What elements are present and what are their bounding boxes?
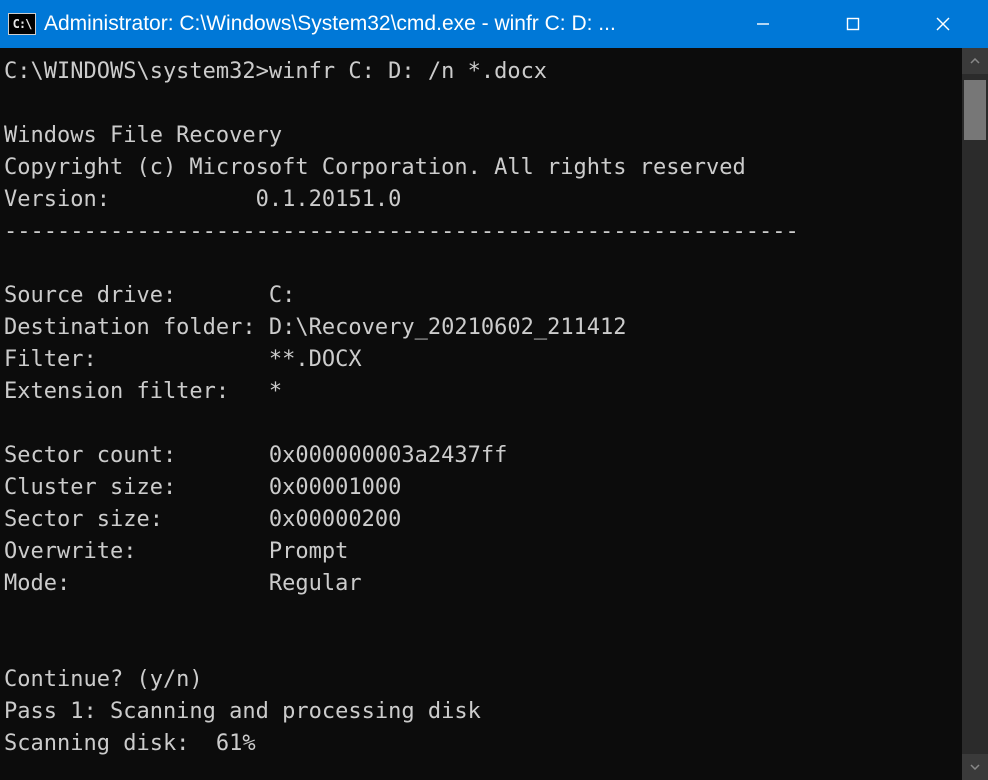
client-area: C:\WINDOWS\system32>winfr C: D: /n *.doc… [0, 48, 988, 780]
mode-label: Mode: [4, 571, 70, 596]
sector-count-label: Sector count: [4, 443, 176, 468]
vertical-scrollbar[interactable] [962, 48, 988, 780]
source-drive-label: Source drive: [4, 283, 176, 308]
scroll-thumb[interactable] [964, 80, 986, 140]
app-icon: C:\ [8, 13, 36, 35]
titlebar[interactable]: C:\ Administrator: C:\Windows\System32\c… [0, 0, 988, 48]
sector-size-label: Sector size: [4, 507, 163, 532]
scroll-track[interactable] [962, 74, 988, 754]
scroll-up-arrow[interactable] [962, 48, 988, 74]
command-text: winfr C: D: /n *.docx [269, 59, 547, 84]
version-label: Version: [4, 187, 110, 212]
chevron-down-icon [970, 764, 980, 770]
header-app: Windows File Recovery [4, 123, 282, 148]
version-value: 0.1.20151.0 [256, 187, 402, 212]
console-output[interactable]: C:\WINDOWS\system32>winfr C: D: /n *.doc… [0, 48, 962, 780]
sector-size-value: 0x00000200 [269, 507, 401, 532]
chevron-up-icon [970, 58, 980, 64]
continue-prompt: Continue? (y/n) [4, 667, 203, 692]
minimize-button[interactable] [718, 0, 808, 48]
source-drive-value: C: [269, 283, 296, 308]
close-icon [935, 16, 951, 32]
ext-filter-value: * [269, 379, 282, 404]
filter-label: Filter: [4, 347, 97, 372]
close-button[interactable] [898, 0, 988, 48]
maximize-button[interactable] [808, 0, 898, 48]
cluster-size-value: 0x00001000 [269, 475, 401, 500]
separator: ----------------------------------------… [4, 219, 799, 244]
cmd-window: C:\ Administrator: C:\Windows\System32\c… [0, 0, 988, 780]
pass-line: Pass 1: Scanning and processing disk [4, 699, 481, 724]
app-icon-text: C:\ [13, 17, 32, 31]
window-title: Administrator: C:\Windows\System32\cmd.e… [44, 12, 616, 36]
sector-count-value: 0x000000003a2437ff [269, 443, 507, 468]
overwrite-value: Prompt [269, 539, 348, 564]
dest-folder-value: D:\Recovery_20210602_211412 [269, 315, 627, 340]
mode-value: Regular [269, 571, 362, 596]
minimize-icon [756, 17, 770, 31]
overwrite-label: Overwrite: [4, 539, 136, 564]
prompt: C:\WINDOWS\system32> [4, 59, 269, 84]
header-copyright: Copyright (c) Microsoft Corporation. All… [4, 155, 746, 180]
maximize-icon [846, 17, 860, 31]
cluster-size-label: Cluster size: [4, 475, 176, 500]
ext-filter-label: Extension filter: [4, 379, 229, 404]
filter-value: **.DOCX [269, 347, 362, 372]
scroll-down-arrow[interactable] [962, 754, 988, 780]
dest-folder-label: Destination folder: [4, 315, 256, 340]
scanning-line: Scanning disk: 61% [4, 731, 256, 756]
